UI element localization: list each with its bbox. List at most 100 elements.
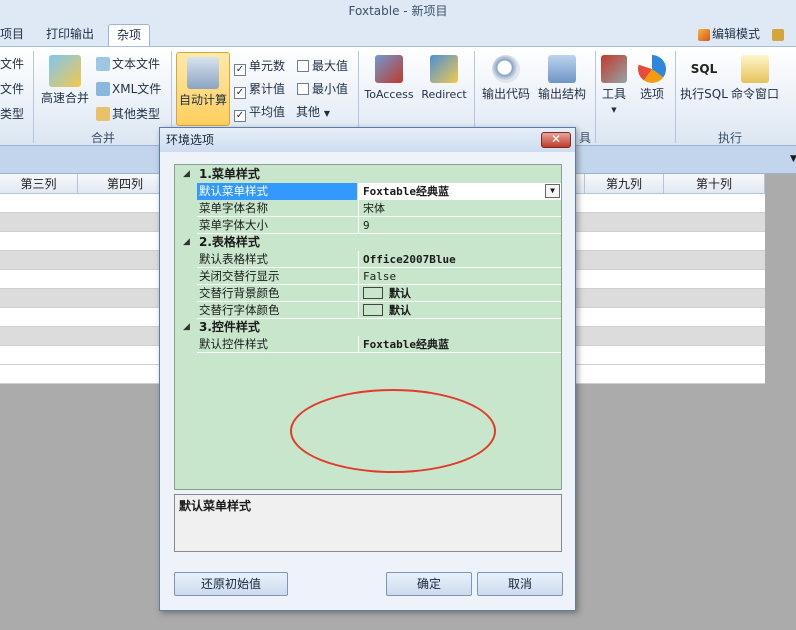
min-checkbox[interactable]: 最小值 xyxy=(297,80,348,98)
dropdown-arrow-icon: ▼ xyxy=(611,106,617,114)
property-name: 默认菜单样式 xyxy=(197,183,357,200)
property-value-color[interactable]: 默认 xyxy=(358,285,561,302)
command-window-button[interactable]: 命令窗口 xyxy=(730,55,780,101)
sql-icon: SQL xyxy=(690,62,718,76)
exec-sql-label: 执行SQL xyxy=(680,87,728,101)
property-row-default-control-style[interactable]: 默认控件样式 Foxtable经典蓝 xyxy=(175,336,561,353)
pencil-icon xyxy=(698,29,710,41)
collapse-triangle-icon[interactable]: ◢ xyxy=(183,234,190,251)
property-row-default-menu-style[interactable]: 默认菜单样式 Foxtable经典蓝 ▼ xyxy=(175,183,561,200)
xml-file-button[interactable]: XML文件 xyxy=(96,80,161,98)
property-value: Foxtable经典蓝 xyxy=(363,185,449,198)
band-arrow-icon[interactable]: ▼ xyxy=(790,154,796,164)
collapse-triangle-icon[interactable]: ◢ xyxy=(183,319,190,336)
collapse-triangle-icon[interactable]: ◢ xyxy=(183,166,190,183)
dropdown-arrow-icon[interactable]: ▼ xyxy=(545,184,560,198)
close-button[interactable]: ✕ xyxy=(541,132,571,148)
to-access-label: ToAccess xyxy=(364,88,414,101)
edit-mode-button[interactable]: 编辑模式 xyxy=(690,24,768,46)
property-row-menu-font-name[interactable]: 菜单字体名称 宋体 xyxy=(175,200,561,217)
ribbon-tab-row: 项目 打印输出 杂项 编辑模式 音 xyxy=(0,22,796,61)
ok-button[interactable]: 确定 xyxy=(386,572,472,596)
ribbon-partial-item-1[interactable]: 文件 xyxy=(0,55,24,73)
max-checkbox[interactable]: 最大值 xyxy=(297,57,348,75)
export-structure-button[interactable]: 输出结构 xyxy=(534,55,590,101)
category-menu-style[interactable]: ◢ 1.菜单样式 xyxy=(175,166,561,183)
other-types-label: 其他类型 xyxy=(112,107,161,121)
row-gutter xyxy=(175,268,197,285)
red-ellipse-annotation xyxy=(290,389,496,473)
merge-group-label: 合并 xyxy=(90,131,115,145)
ribbon-partial-item-3[interactable]: 类型 xyxy=(0,105,24,123)
row-gutter xyxy=(175,302,197,319)
column-header[interactable]: 第九列 xyxy=(585,174,664,194)
tools-button[interactable]: 工具 ▼ xyxy=(598,55,630,117)
column-header[interactable]: 第三列 xyxy=(0,174,78,194)
row-gutter xyxy=(175,285,197,302)
xml-file-icon xyxy=(96,82,110,96)
property-value[interactable]: False xyxy=(358,268,561,285)
other-types-button[interactable]: 其他类型 xyxy=(96,105,160,123)
options-button[interactable]: 选项 xyxy=(634,55,670,101)
category-control-style[interactable]: ◢ 3.控件样式 xyxy=(175,319,561,336)
property-row-alternate-bg-color[interactable]: 交替行背景颜色 默认 xyxy=(175,285,561,302)
to-access-icon xyxy=(375,55,403,83)
average-checkbox[interactable]: ✓ 平均值 xyxy=(234,103,285,122)
other-label: 其他 xyxy=(296,105,321,119)
text-file-label: 文本文件 xyxy=(112,57,161,71)
row-gutter xyxy=(175,336,197,353)
color-swatch xyxy=(363,304,383,316)
dropdown-arrow-icon: ▼ xyxy=(323,109,330,118)
row-gutter xyxy=(175,200,197,217)
cumulative-checkbox[interactable]: ✓ 累计值 xyxy=(234,80,286,99)
category-table-style[interactable]: ◢ 2.表格样式 xyxy=(175,234,561,251)
tools-label: 工具 xyxy=(601,87,626,101)
lock-icon[interactable]: 音 xyxy=(764,24,796,61)
property-row-default-table-style[interactable]: 默认表格样式 Office2007Blue xyxy=(175,251,561,268)
min-label: 最小值 xyxy=(312,82,349,96)
property-row-alternate-font-color[interactable]: 交替行字体颜色 默认 xyxy=(175,302,561,319)
redirect-button[interactable]: Redirect xyxy=(418,55,470,102)
tab-project[interactable]: 项目 xyxy=(0,24,32,46)
ribbon-partial-item-2[interactable]: 文件 xyxy=(0,80,24,98)
export-code-button[interactable]: 输出代码 xyxy=(478,55,534,101)
unchecked-box xyxy=(297,83,309,95)
structure-icon xyxy=(548,55,576,83)
property-value[interactable]: Office2007Blue xyxy=(358,251,561,268)
group-separator xyxy=(33,51,34,143)
auto-calc-button[interactable]: 自动计算 xyxy=(176,52,230,126)
other-dropdown[interactable]: 其他 ▼ xyxy=(296,103,330,121)
cumulative-label: 累计值 xyxy=(249,82,286,96)
check-icon: ✓ xyxy=(234,110,246,122)
property-row-menu-font-size[interactable]: 菜单字体大小 9 xyxy=(175,217,561,234)
cell-count-checkbox[interactable]: ✓ 单元数 xyxy=(234,57,286,76)
lock-icon-shape xyxy=(772,29,784,41)
other-types-icon xyxy=(96,107,110,121)
restore-defaults-button[interactable]: 还原初始值 xyxy=(174,572,288,596)
property-value[interactable]: 9 xyxy=(358,217,561,234)
color-swatch xyxy=(363,287,383,299)
environment-options-dialog: 环境选项 ✕ ◢ 1.菜单样式 默认菜单样式 Foxtable经典蓝 ▼ 菜单字体… xyxy=(159,127,576,611)
property-value[interactable]: 宋体 xyxy=(358,200,561,217)
text-file-button[interactable]: 文本文件 xyxy=(96,55,160,73)
to-access-button[interactable]: ToAccess xyxy=(362,55,416,102)
property-row-disable-alternate-rows[interactable]: 关闭交替行显示 False xyxy=(175,268,561,285)
tab-misc[interactable]: 杂项 xyxy=(108,24,151,46)
row-gutter xyxy=(175,251,197,268)
exec-sql-button[interactable]: SQL 执行SQL xyxy=(680,55,728,101)
property-description: 默认菜单样式 xyxy=(174,494,562,552)
property-value-dropdown[interactable]: Foxtable经典蓝 ▼ xyxy=(358,183,561,200)
property-value: 默认 xyxy=(389,287,411,300)
category-label: 1.菜单样式 xyxy=(199,167,260,181)
row-gutter xyxy=(175,217,197,234)
cancel-button[interactable]: 取消 xyxy=(477,572,563,596)
cell-count-label: 单元数 xyxy=(249,59,286,73)
column-header[interactable]: 第十列 xyxy=(664,174,765,194)
tab-print-output[interactable]: 打印输出 xyxy=(38,24,102,46)
property-value-color[interactable]: 默认 xyxy=(358,302,561,319)
window-title: Foxtable - 新项目 xyxy=(0,0,796,22)
category-label: 3.控件样式 xyxy=(199,320,260,334)
property-value[interactable]: Foxtable经典蓝 xyxy=(358,336,561,353)
magnifier-icon xyxy=(492,55,520,83)
quick-merge-button[interactable]: 高速合并 xyxy=(38,55,92,105)
